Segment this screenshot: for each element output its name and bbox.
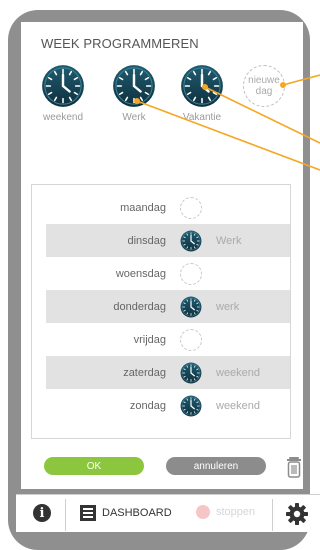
new-day-button[interactable]: nieuwe dag (243, 65, 285, 107)
program-label: Vakantie (182, 112, 222, 123)
clock-icon (180, 64, 224, 108)
day-row-donderdag[interactable]: donderdag werk (46, 290, 290, 323)
day-program: werk (216, 300, 240, 313)
clock-icon[interactable] (180, 395, 202, 417)
gear-icon[interactable] (285, 502, 309, 526)
day-row-zaterdag[interactable]: zaterdag weekend (46, 356, 290, 389)
stop-label: stoppen (216, 506, 256, 518)
day-name: zondag (129, 399, 166, 412)
day-name: maandag (120, 201, 166, 214)
day-program: weekend (216, 366, 261, 379)
day-program: weekend (216, 399, 261, 412)
day-row-woensdag[interactable]: woensdag (46, 257, 290, 290)
clock-icon[interactable] (180, 296, 202, 318)
day-program: Werk (216, 234, 242, 247)
toolbar-divider (65, 499, 66, 531)
stop-icon (196, 505, 210, 519)
clock-icon[interactable] (180, 362, 202, 384)
cancel-button[interactable]: annuleren (166, 457, 266, 475)
empty-clock-slot[interactable] (180, 196, 202, 219)
program-weekend[interactable]: weekend (38, 64, 88, 123)
day-name: donderdag (113, 300, 166, 313)
dashboard-label: DASHBOARD (102, 507, 172, 519)
clock-icon (41, 64, 85, 108)
dashboard-button[interactable]: DASHBOARD (80, 505, 172, 521)
program-label: Werk (122, 112, 146, 123)
dashboard-icon (80, 505, 96, 521)
day-name: vrijdag (133, 333, 166, 346)
program-werk[interactable]: Werk (109, 64, 159, 123)
day-name: woensdag (115, 267, 166, 280)
empty-clock-slot[interactable] (180, 262, 202, 285)
info-icon[interactable]: i (33, 504, 51, 522)
empty-clock-slot[interactable] (180, 328, 202, 351)
trash-icon[interactable] (286, 456, 302, 478)
program-label: weekend (42, 112, 84, 123)
page-title: WEEK PROGRAMMEREN (41, 36, 199, 51)
day-row-zondag[interactable]: zondag weekend (46, 389, 290, 422)
day-row-vrijdag[interactable]: vrijdag (46, 323, 290, 356)
day-name: zaterdag (123, 366, 166, 379)
stop-button[interactable]: stoppen (196, 505, 255, 519)
week-schedule: maandag dinsdag Werk woensdag donderdag … (31, 184, 291, 439)
ok-button[interactable]: OK (44, 457, 144, 475)
clock-icon[interactable] (180, 230, 202, 252)
day-name: dinsdag (127, 234, 166, 247)
day-row-dinsdag[interactable]: dinsdag Werk (46, 224, 290, 257)
day-row-maandag[interactable]: maandag (46, 191, 290, 224)
new-day-label-line1: nieuwe (248, 75, 280, 86)
clock-icon (112, 64, 156, 108)
new-day-label-line2: dag (255, 86, 273, 97)
toolbar-divider (272, 499, 273, 531)
program-vakantie[interactable]: Vakantie (177, 64, 227, 123)
